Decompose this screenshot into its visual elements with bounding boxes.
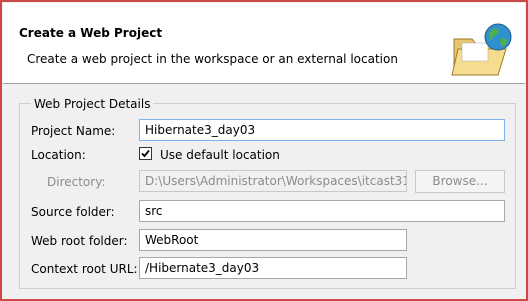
directory-label: Directory: — [47, 175, 106, 189]
project-name-input[interactable]: Hibernate3_day03 — [139, 119, 505, 141]
wizard-header: Create a Web Project Create a web projec… — [3, 3, 525, 84]
location-label: Location: — [31, 148, 86, 162]
use-default-location-checkbox[interactable] — [139, 147, 152, 160]
source-folder-input[interactable]: src — [139, 200, 505, 222]
use-default-location-label: Use default location — [160, 148, 280, 162]
directory-input[interactable]: D:\Users\Administrator\Workspaces\itcast… — [139, 170, 407, 192]
folder-globe-icon — [450, 19, 514, 79]
browse-button[interactable]: Browse... — [415, 170, 505, 193]
source-folder-label: Source folder: — [31, 205, 115, 219]
page-description: Create a web project in the workspace or… — [27, 52, 398, 66]
project-name-label: Project Name: — [31, 124, 116, 138]
group-title: Web Project Details — [31, 97, 154, 111]
web-root-folder-input[interactable]: WebRoot — [139, 229, 407, 251]
context-root-label: Context root URL: — [31, 262, 138, 276]
wizard-dialog: Create a Web Project Create a web projec… — [0, 0, 528, 301]
web-root-folder-label: Web root folder: — [31, 234, 128, 248]
context-root-input[interactable]: /Hibernate3_day03 — [139, 257, 407, 279]
page-title: Create a Web Project — [19, 26, 163, 40]
checkmark-icon — [141, 149, 150, 158]
